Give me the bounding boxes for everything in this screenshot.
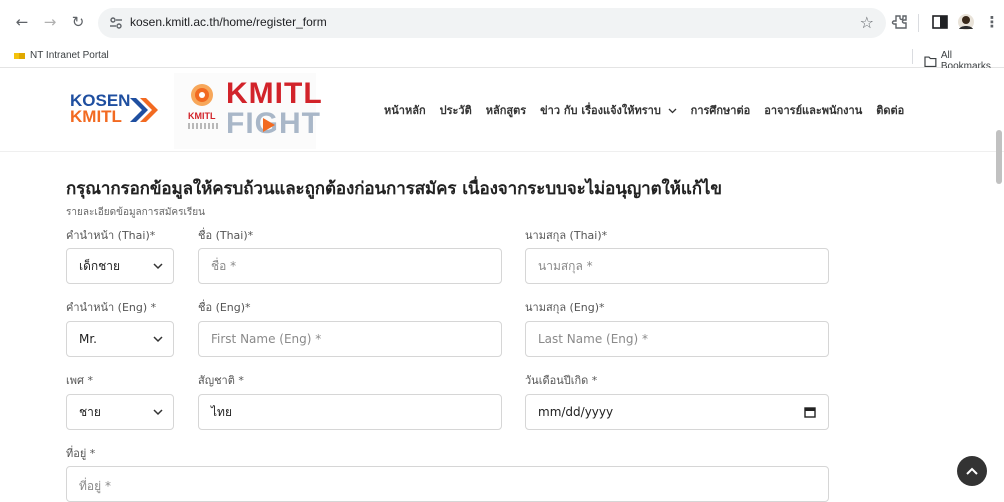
last-name-en-input[interactable]: Last Name (Eng) *	[525, 321, 829, 357]
extensions-icon[interactable]	[890, 12, 910, 32]
profile-avatar-icon[interactable]	[956, 12, 976, 32]
address-placeholder: ที่อยู่ *	[79, 479, 111, 493]
kmitl-badge-text: KMITL	[188, 111, 216, 121]
nav-curriculum[interactable]: หลักสูตร	[486, 101, 526, 119]
chevron-down-icon	[153, 409, 163, 416]
nav-home[interactable]: หน้าหลัก	[384, 101, 426, 119]
forward-arrow-icon[interactable]: →	[40, 12, 60, 32]
nav-news-label: ข่าว กับ เรื่องแจ้งให้ทราบ	[540, 104, 661, 117]
chevron-down-icon	[668, 108, 677, 114]
last-name-en-placeholder: Last Name (Eng) *	[538, 332, 649, 346]
section-label: รายละเอียดข้อมูลการสมัครเรียน	[66, 207, 205, 218]
last-name-en-label: นามสกุล (Eng)*	[525, 301, 605, 314]
nav-history[interactable]: ประวัติ	[440, 101, 472, 119]
address-input[interactable]: ที่อยู่ *	[66, 466, 829, 502]
bookmark-item[interactable]: NT Intranet Portal	[14, 50, 109, 61]
reload-icon[interactable]: ↻	[68, 12, 88, 32]
birthdate-placeholder: mm/dd/yyyy	[538, 405, 614, 419]
toolbar-divider	[918, 14, 919, 32]
nav-staff[interactable]: อาจารย์และพนักงาน	[764, 101, 862, 119]
bookmarks-divider	[912, 49, 913, 64]
calendar-icon[interactable]	[804, 406, 816, 418]
bookmarks-bar: NT Intranet Portal All Bookmarks	[0, 46, 1004, 72]
folder-icon	[924, 55, 937, 67]
back-to-top-button[interactable]	[957, 456, 987, 486]
first-name-en-label: ชื่อ (Eng)*	[198, 301, 251, 314]
gender-select[interactable]: ชาย	[66, 394, 174, 430]
nationality-label: สัญชาติ *	[198, 374, 244, 387]
address-label: ที่อยู่ *	[66, 447, 96, 460]
nationality-value: ไทย	[211, 404, 232, 419]
gender-label: เพศ *	[66, 374, 93, 387]
logo-chevron-icon	[130, 98, 158, 122]
bookmark-label: NT Intranet Portal	[30, 50, 109, 61]
main-nav: หน้าหลัก ประวัติ หลักสูตร ข่าว กับ เรื่อ…	[384, 101, 918, 119]
first-name-th-label: ชื่อ (Thai)*	[198, 229, 254, 242]
nt-favicon-icon	[14, 52, 25, 59]
first-name-en-input[interactable]: First Name (Eng) *	[198, 321, 502, 357]
title-en-select[interactable]: Mr.	[66, 321, 174, 357]
nav-further-study[interactable]: การศึกษาต่อ	[691, 101, 751, 119]
last-name-th-input[interactable]: นามสกุล *	[525, 248, 829, 284]
bookmark-star-icon[interactable]: ☆	[860, 13, 874, 32]
address-bar[interactable]: kosen.kmitl.ac.th/home/register_form ☆	[98, 8, 886, 38]
kosen-kmitl-logo[interactable]: KOSEN KMITL	[70, 92, 160, 130]
title-en-label: คำนำหน้า (Eng) *	[66, 301, 157, 314]
logo-kmitl-text: KMITL	[70, 107, 122, 126]
birthdate-label: วันเดือนปีเกิด *	[525, 374, 598, 387]
back-arrow-icon[interactable]: ←	[12, 12, 32, 32]
kmitl-emblem-icon	[191, 84, 213, 106]
page-scrollbar[interactable]	[996, 130, 1002, 184]
play-triangle-icon	[263, 118, 275, 132]
gender-value: ชาย	[79, 404, 101, 419]
kmitl-fight-logo[interactable]: KMITL KMITL FIGHT	[174, 73, 322, 149]
logo-fight-top-text: KMITL	[226, 77, 323, 110]
side-panel-icon[interactable]	[930, 12, 950, 32]
site-settings-icon[interactable]	[108, 15, 124, 31]
title-th-value: เด็กชาย	[79, 258, 121, 273]
title-th-select[interactable]: เด็กชาย	[66, 248, 174, 284]
first-name-en-placeholder: First Name (Eng) *	[211, 332, 322, 346]
url-text[interactable]: kosen.kmitl.ac.th/home/register_form	[130, 15, 327, 29]
nav-contact[interactable]: ติดต่อ	[876, 101, 904, 119]
title-en-value: Mr.	[79, 332, 97, 346]
first-name-th-input[interactable]: ชื่อ *	[198, 248, 502, 284]
browser-toolbar: ← → ↻ kosen.kmitl.ac.th/home/register_fo…	[0, 0, 1004, 46]
chevron-down-icon	[153, 336, 163, 343]
page-title: กรุณากรอกข้อมูลให้ครบถ้วนและถูกต้องก่อนก…	[66, 179, 722, 199]
last-name-th-placeholder: นามสกุล *	[538, 258, 593, 273]
nav-news[interactable]: ข่าว กับ เรื่องแจ้งให้ทราบ	[540, 101, 677, 119]
birthdate-input[interactable]: mm/dd/yyyy	[525, 394, 829, 430]
browser-menu-icon[interactable]: ⋮	[982, 12, 1002, 32]
nationality-input[interactable]: ไทย	[198, 394, 502, 430]
last-name-th-label: นามสกุล (Thai)*	[525, 229, 608, 242]
site-header: KOSEN KMITL KMITL KMITL FIGHT หน้าหลัก ป…	[0, 68, 1004, 152]
emblem-caption	[188, 123, 218, 129]
title-th-label: คำนำหน้า (Thai)*	[66, 229, 156, 242]
first-name-th-placeholder: ชื่อ *	[211, 258, 237, 273]
chevron-down-icon	[153, 263, 163, 270]
chevron-up-icon	[966, 467, 978, 475]
